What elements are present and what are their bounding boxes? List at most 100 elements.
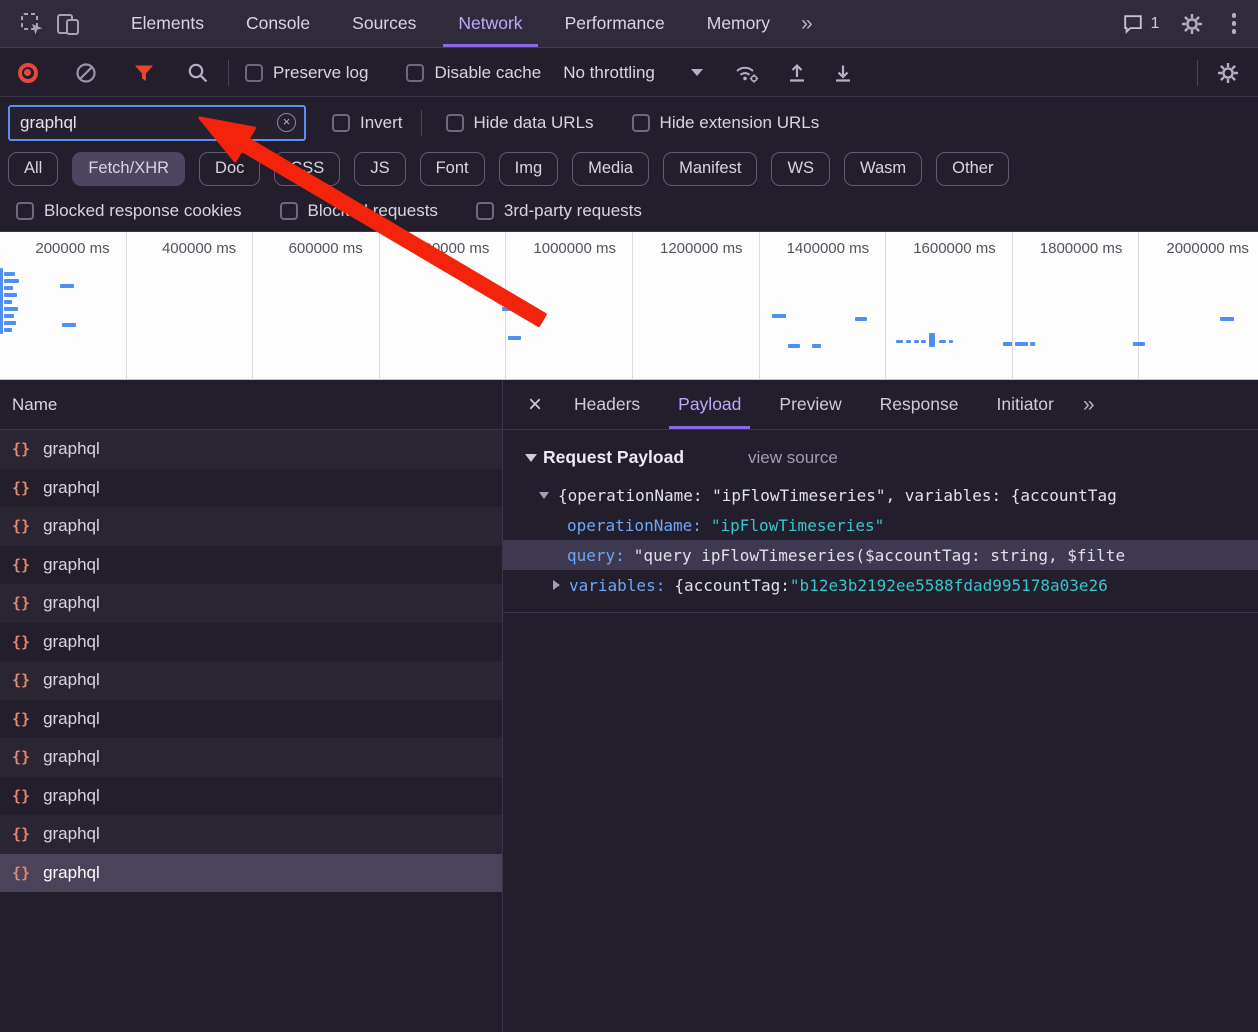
hide-data-urls-label: Hide data URLs bbox=[474, 113, 594, 133]
request-row[interactable]: {}graphql bbox=[0, 738, 502, 777]
more-detail-tabs-icon[interactable]: » bbox=[1073, 393, 1105, 417]
request-tick bbox=[1015, 342, 1028, 346]
search-icon[interactable] bbox=[180, 55, 216, 91]
collapse-section-icon[interactable] bbox=[525, 454, 537, 462]
request-table-pane: Name {}graphql{}graphql{}graphql{}graphq… bbox=[0, 380, 503, 1032]
network-conditions-icon[interactable] bbox=[729, 55, 765, 91]
close-details-icon[interactable]: × bbox=[515, 391, 555, 419]
tab-elements[interactable]: Elements bbox=[110, 0, 225, 47]
request-row[interactable]: {}graphql bbox=[0, 777, 502, 816]
hide-extension-urls-checkbox[interactable] bbox=[632, 114, 650, 132]
hide-data-urls-checkbox[interactable] bbox=[446, 114, 464, 132]
console-messages-button[interactable]: 1 bbox=[1122, 13, 1160, 35]
device-toolbar-icon[interactable] bbox=[50, 6, 86, 42]
payload-property-row[interactable]: operationName: "ipFlowTimeseries" bbox=[503, 510, 1258, 540]
property-key: operationName: bbox=[567, 516, 702, 535]
caret-right-icon[interactable] bbox=[553, 580, 560, 590]
request-tick bbox=[906, 340, 911, 343]
preserve-log-checkbox[interactable] bbox=[245, 64, 263, 82]
request-payload-section[interactable]: Request Payload view source bbox=[503, 430, 1258, 476]
settings-gear-icon[interactable] bbox=[1174, 6, 1210, 42]
type-filter-doc[interactable]: Doc bbox=[199, 152, 260, 186]
request-tick bbox=[4, 328, 12, 332]
tab-network[interactable]: Network bbox=[437, 0, 543, 47]
payload-summary: {operationName: "ipFlowTimeseries", vari… bbox=[558, 486, 1117, 505]
inspect-element-icon[interactable] bbox=[14, 6, 50, 42]
detail-tab-response[interactable]: Response bbox=[861, 380, 978, 429]
json-braces-icon: {} bbox=[12, 748, 30, 766]
detail-tab-headers[interactable]: Headers bbox=[555, 380, 659, 429]
network-settings-gear-icon[interactable] bbox=[1210, 55, 1246, 91]
detail-tab-preview[interactable]: Preview bbox=[760, 380, 860, 429]
disable-cache-toggle[interactable]: Disable cache bbox=[406, 63, 541, 83]
tab-memory[interactable]: Memory bbox=[686, 0, 791, 47]
type-filter-media[interactable]: Media bbox=[572, 152, 649, 186]
name-column-header[interactable]: Name bbox=[0, 380, 502, 430]
request-list: {}graphql{}graphql{}graphql{}graphql{}gr… bbox=[0, 430, 502, 1032]
request-row[interactable]: {}graphql bbox=[0, 507, 502, 546]
blocked-requests-checkbox[interactable] bbox=[280, 202, 298, 220]
clear-network-log-icon[interactable] bbox=[68, 55, 104, 91]
throttling-dropdown[interactable]: No throttling bbox=[563, 63, 703, 83]
payload-property-row-selected[interactable]: query: "query ipFlowTimeseries($accountT… bbox=[503, 540, 1258, 570]
disable-cache-checkbox[interactable] bbox=[406, 64, 424, 82]
type-filter-wasm[interactable]: Wasm bbox=[844, 152, 922, 186]
tab-performance[interactable]: Performance bbox=[544, 0, 686, 47]
hide-extension-urls-label: Hide extension URLs bbox=[660, 113, 820, 133]
request-row[interactable]: {}graphql bbox=[0, 623, 502, 662]
message-bubble-icon bbox=[1122, 13, 1144, 35]
record-button[interactable] bbox=[18, 63, 38, 83]
devtools-window: Elements Console Sources Network Perform… bbox=[0, 0, 1258, 1032]
import-har-icon[interactable] bbox=[779, 55, 815, 91]
third-party-requests-toggle[interactable]: 3rd-party requests bbox=[476, 201, 642, 221]
hide-data-urls-toggle[interactable]: Hide data URLs bbox=[446, 113, 594, 133]
request-row[interactable]: {}graphql bbox=[0, 815, 502, 854]
type-filter-other[interactable]: Other bbox=[936, 152, 1009, 186]
request-row[interactable]: {}graphql bbox=[0, 700, 502, 739]
caret-down-icon[interactable] bbox=[539, 492, 549, 499]
detail-tab-initiator[interactable]: Initiator bbox=[977, 380, 1072, 429]
preserve-log-toggle[interactable]: Preserve log bbox=[245, 63, 368, 83]
type-filter-fetch-xhr[interactable]: Fetch/XHR bbox=[72, 152, 185, 186]
third-party-requests-checkbox[interactable] bbox=[476, 202, 494, 220]
request-row[interactable]: {}graphql bbox=[0, 584, 502, 623]
type-filter-ws[interactable]: WS bbox=[771, 152, 830, 186]
invert-toggle[interactable]: Invert bbox=[332, 113, 403, 133]
request-row[interactable]: {}graphql bbox=[0, 854, 502, 893]
kebab-menu-icon[interactable] bbox=[1224, 13, 1245, 34]
timeline-overview[interactable]: 200000 ms400000 ms600000 ms800000 ms1000… bbox=[0, 232, 1258, 380]
blocked-response-cookies-checkbox[interactable] bbox=[16, 202, 34, 220]
blocked-requests-toggle[interactable]: Blocked requests bbox=[280, 201, 438, 221]
type-filter-all[interactable]: All bbox=[8, 152, 58, 186]
type-filter-font[interactable]: Font bbox=[420, 152, 485, 186]
more-tabs-icon[interactable]: » bbox=[791, 12, 823, 36]
network-filter-field[interactable]: × bbox=[8, 105, 306, 141]
invert-checkbox[interactable] bbox=[332, 114, 350, 132]
payload-tree: {operationName: "ipFlowTimeseries", vari… bbox=[503, 480, 1258, 613]
request-details-pane: × Headers Payload Preview Response Initi… bbox=[503, 380, 1258, 1032]
export-har-icon[interactable] bbox=[825, 55, 861, 91]
type-filter-img[interactable]: Img bbox=[499, 152, 559, 186]
type-filter-manifest[interactable]: Manifest bbox=[663, 152, 757, 186]
tab-console[interactable]: Console bbox=[225, 0, 331, 47]
detail-tab-payload[interactable]: Payload bbox=[659, 380, 760, 429]
request-row[interactable]: {}graphql bbox=[0, 546, 502, 585]
type-filter-js[interactable]: JS bbox=[354, 152, 405, 186]
request-tick bbox=[4, 286, 13, 290]
tab-sources[interactable]: Sources bbox=[331, 0, 437, 47]
invert-label: Invert bbox=[360, 113, 403, 133]
payload-property-row[interactable]: variables: {accountTag: "b12e3b2192ee558… bbox=[503, 570, 1258, 600]
request-row[interactable]: {}graphql bbox=[0, 430, 502, 469]
disable-cache-label: Disable cache bbox=[434, 63, 541, 83]
type-filter-css[interactable]: CSS bbox=[274, 152, 340, 186]
filter-funnel-icon[interactable] bbox=[126, 55, 162, 91]
request-row[interactable]: {}graphql bbox=[0, 661, 502, 700]
blocked-response-cookies-toggle[interactable]: Blocked response cookies bbox=[16, 201, 242, 221]
filter-input[interactable] bbox=[20, 113, 277, 133]
clear-filter-icon[interactable]: × bbox=[277, 113, 296, 132]
hide-extension-urls-toggle[interactable]: Hide extension URLs bbox=[632, 113, 820, 133]
property-value: "ipFlowTimeseries" bbox=[711, 516, 884, 535]
payload-summary-row[interactable]: {operationName: "ipFlowTimeseries", vari… bbox=[503, 480, 1258, 510]
request-row[interactable]: {}graphql bbox=[0, 469, 502, 508]
view-source-link[interactable]: view source bbox=[748, 448, 838, 468]
